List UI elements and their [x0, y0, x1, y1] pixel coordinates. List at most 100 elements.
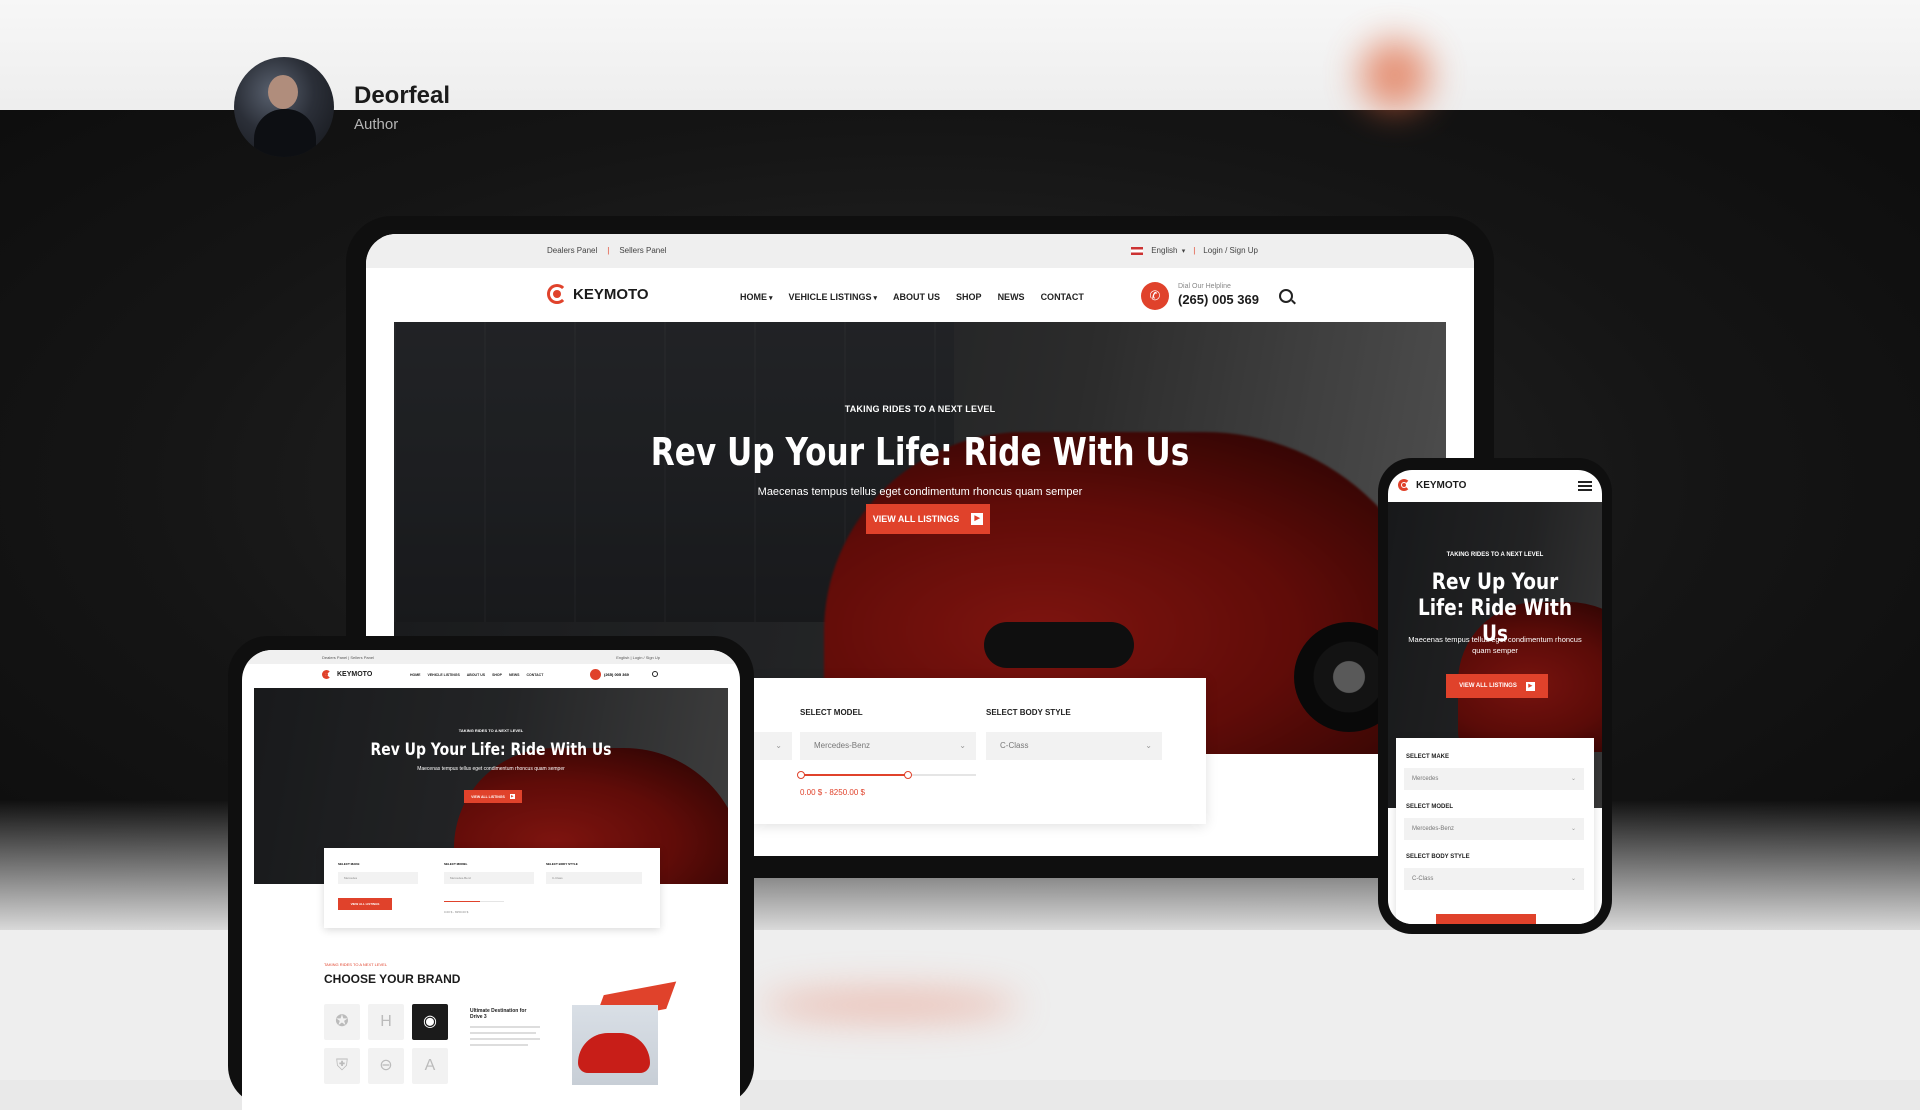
- avatar[interactable]: [234, 57, 334, 157]
- nav-news[interactable]: NEWS: [998, 292, 1025, 302]
- logo-mark-icon: [547, 284, 567, 304]
- phone-hero-subtitle: Maecenas tempus tellus eget condimentum …: [1408, 635, 1582, 655]
- promo-text-line: [470, 1026, 540, 1028]
- language-select[interactable]: English ▾: [1151, 246, 1185, 255]
- phone-select-model-label: SELECT MODEL: [1406, 804, 1454, 810]
- nav-about-us[interactable]: ABOUT US: [893, 292, 940, 302]
- topbar-divider: |: [607, 246, 610, 255]
- phone-view-all-listings-button[interactable]: VIEW ALL LISTINGS ▶: [1446, 674, 1548, 698]
- nav-vehicle-listings[interactable]: VEHICLE LISTINGS ▾: [789, 292, 878, 302]
- price-range-fill: [800, 774, 908, 776]
- tablet-topbar: Dealers Panel | Sellers Panel English | …: [242, 650, 740, 664]
- chevron-down-icon: ⌄: [775, 741, 782, 750]
- brands-eyebrow: TAKING RIDES TO A NEXT LEVEL: [324, 962, 388, 967]
- select-model-dropdown[interactable]: Mercedes-Benz ⌄: [800, 732, 976, 760]
- brands-title: CHOOSE YOUR BRAND: [324, 972, 461, 986]
- select-make-dropdown[interactable]: ⌄: [752, 732, 792, 760]
- view-all-listings-button[interactable]: VIEW ALL LISTINGS ▶: [866, 504, 990, 534]
- bmw-icon[interactable]: ◉: [412, 1004, 448, 1040]
- promo-text-line: [470, 1038, 540, 1040]
- tablet-helpline-number[interactable]: (265) 005 369: [604, 672, 629, 677]
- tablet-nav-home[interactable]: HOME: [410, 673, 421, 677]
- hero-title: Rev Up Your Life: Ride With Us: [650, 430, 1190, 474]
- nav-shop[interactable]: SHOP: [956, 292, 982, 302]
- select-model-label: SELECT MODEL: [800, 708, 863, 717]
- nav-contact[interactable]: CONTACT: [1041, 292, 1084, 302]
- dealers-panel-link[interactable]: Dealers Panel: [547, 246, 597, 255]
- chevron-down-icon: ▾: [769, 295, 773, 302]
- tablet-select-body-style-dropdown[interactable]: C-Class: [546, 872, 642, 884]
- promo-title: Ultimate Destination for Drive 3: [470, 1008, 527, 1020]
- chevron-down-icon: ⌄: [959, 741, 966, 750]
- tablet-topbar-left[interactable]: Dealers Panel | Sellers Panel: [322, 655, 374, 660]
- logo[interactable]: KEYMOTO: [547, 284, 649, 304]
- select-body-style-label: SELECT BODY STYLE: [986, 708, 1071, 717]
- us-flag-icon: [1131, 246, 1144, 255]
- author-name[interactable]: Deorfeal: [354, 82, 450, 110]
- tablet-nav-vehicle-listings[interactable]: VEHICLE LISTINGS: [428, 673, 460, 677]
- phone-icon[interactable]: ✆: [1141, 282, 1169, 310]
- toyota-icon[interactable]: ⊖: [368, 1048, 404, 1084]
- helpline-label: Dial Our Helpline: [1178, 283, 1231, 290]
- select-body-style-dropdown[interactable]: C-Class ⌄: [986, 732, 1162, 760]
- helpline-number[interactable]: (265) 005 369: [1178, 292, 1259, 307]
- tablet-hero-title: Rev Up Your Life: Ride With Us: [370, 740, 612, 760]
- porsche-icon[interactable]: ⛨: [324, 1048, 360, 1084]
- promo-car-image: [572, 1005, 658, 1085]
- tablet-phone-icon[interactable]: [590, 669, 601, 680]
- hero-eyebrow: TAKING RIDES TO A NEXT LEVEL: [844, 404, 996, 414]
- play-icon: ▶: [1525, 681, 1535, 691]
- sellers-panel-link[interactable]: Sellers Panel: [619, 246, 666, 255]
- login-signup-link[interactable]: Login / Sign Up: [1203, 246, 1258, 255]
- tablet-nav-news[interactable]: NEWS: [509, 673, 520, 677]
- tablet-navbar: KEYMOTO HOME VEHICLE LISTINGS ABOUT US S…: [242, 664, 740, 686]
- logo-mark-icon: [1398, 479, 1410, 491]
- tablet-cta-label: VIEW ALL LISTINGS: [471, 794, 505, 799]
- promo-text-line: [470, 1044, 528, 1046]
- chevron-down-icon: ▾: [873, 295, 878, 302]
- play-icon: ▶: [971, 513, 984, 525]
- phone-select-model-dropdown[interactable]: Mercedes-Benz ⌄: [1404, 818, 1584, 840]
- chevron-down-icon: ⌄: [1570, 776, 1576, 782]
- tablet-select-make-label: SELECT MAKE: [338, 862, 360, 866]
- main-nav: HOME ▾ VEHICLE LISTINGS ▾ ABOUT US SHOP NE…: [740, 292, 1084, 302]
- logo-mark-icon: [322, 670, 331, 679]
- select-body-style-value: C-Class: [1000, 741, 1029, 750]
- tablet-screen: Dealers Panel | Sellers Panel English | …: [242, 650, 740, 1110]
- promo-text-line: [470, 1032, 536, 1034]
- tablet-select-model-dropdown[interactable]: Mercedes-Benz: [444, 872, 534, 884]
- price-range-max-handle[interactable]: [904, 771, 913, 779]
- honda-icon[interactable]: H: [368, 1004, 404, 1040]
- search-icon[interactable]: [1279, 289, 1293, 303]
- phone-select-make-dropdown[interactable]: Mercedes ⌄: [1404, 768, 1584, 790]
- tablet-price-range-slider[interactable]: [444, 901, 504, 902]
- nav-home[interactable]: HOME ▾: [740, 292, 773, 302]
- tablet-price-range-text: 0.00 $ - 8250.00 $: [444, 910, 469, 914]
- desktop-topbar: Dealers Panel | Sellers Panel English ▾ …: [366, 234, 1474, 268]
- phone-search-cta-button[interactable]: [1436, 914, 1536, 924]
- mercedes-icon[interactable]: ✪: [324, 1004, 360, 1040]
- tablet-nav-about-us[interactable]: ABOUT US: [467, 673, 485, 677]
- price-range-min-handle[interactable]: [797, 771, 805, 779]
- tablet-nav-contact[interactable]: CONTACT: [526, 673, 543, 677]
- select-model-value: Mercedes-Benz: [814, 741, 871, 750]
- tablet-search-cta-button[interactable]: VIEW ALL LISTINGS: [338, 898, 392, 910]
- desktop-navbar: KEYMOTO HOME ▾ VEHICLE LISTINGS ▾ ABOUT US…: [366, 268, 1474, 324]
- acura-icon[interactable]: A: [412, 1048, 448, 1084]
- tablet-search-icon[interactable]: [652, 671, 658, 677]
- hamburger-menu-icon[interactable]: [1578, 481, 1592, 491]
- price-range-slider[interactable]: [797, 771, 976, 779]
- tablet-logo[interactable]: KEYMOTO: [322, 670, 372, 679]
- tablet-nav-shop[interactable]: SHOP: [492, 673, 502, 677]
- tablet-nav: HOME VEHICLE LISTINGS ABOUT US SHOP NEWS…: [410, 673, 543, 677]
- phone-search-card: SELECT MAKE Mercedes ⌄ SELECT MODEL Merce…: [1396, 738, 1594, 924]
- tablet-select-make-dropdown[interactable]: Mercedes: [338, 872, 418, 884]
- phone-screen: KEYMOTO TAKING RIDES TO A NEXT LEVEL Rev…: [1388, 470, 1602, 924]
- tablet-topbar-right[interactable]: English | Login / Sign Up: [616, 655, 660, 660]
- tablet-view-all-listings-button[interactable]: VIEW ALL LISTINGS ▶: [464, 790, 522, 803]
- phone-logo-text: KEYMOTO: [1416, 479, 1467, 491]
- phone-select-body-style-dropdown[interactable]: C-Class ⌄: [1404, 868, 1584, 890]
- logo-text: KEYMOTO: [573, 285, 649, 303]
- author-role: Author: [354, 115, 399, 133]
- phone-logo[interactable]: KEYMOTO: [1398, 479, 1466, 491]
